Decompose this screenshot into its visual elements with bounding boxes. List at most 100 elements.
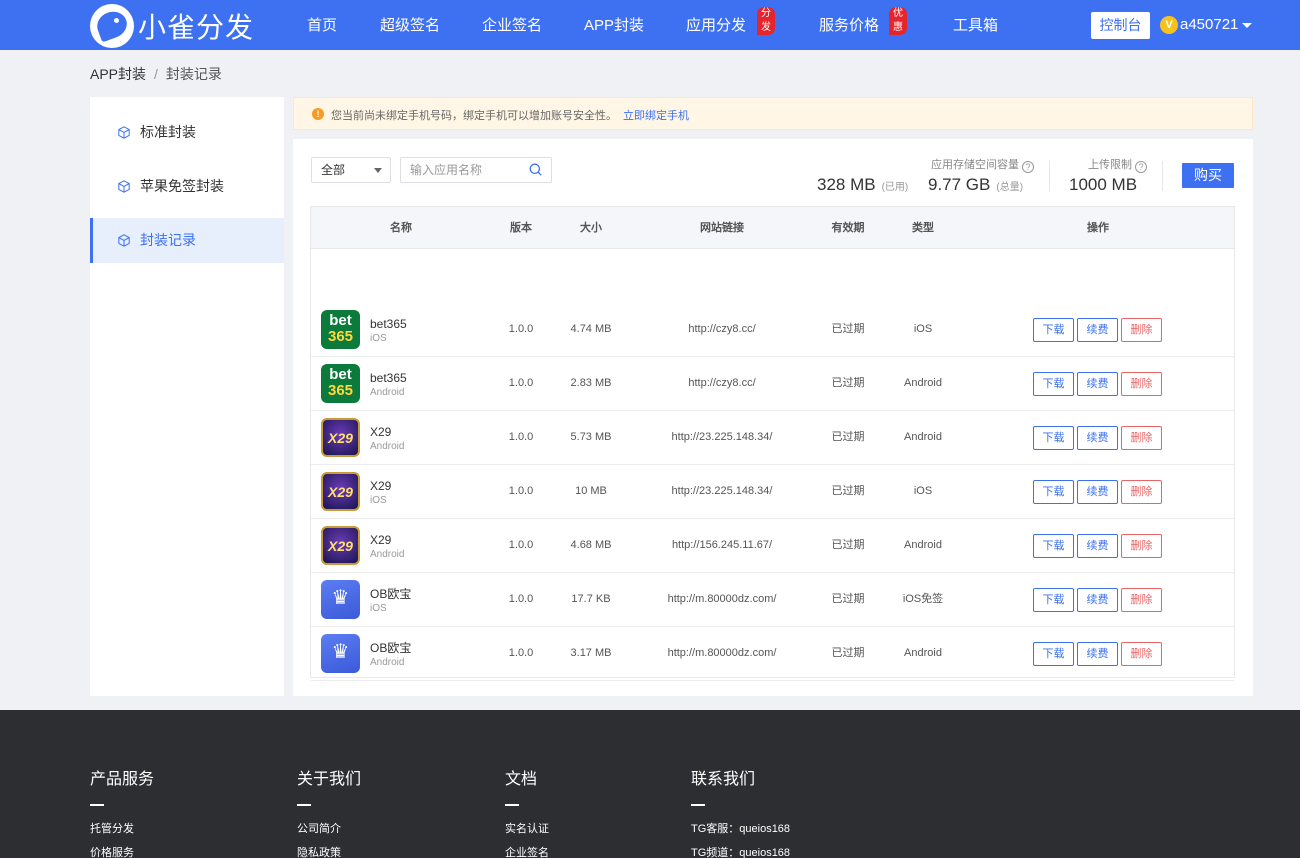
app-name: OB欧宝	[370, 641, 412, 655]
download-button[interactable]: 下载	[1033, 534, 1074, 558]
app-validity: 已过期	[831, 593, 865, 605]
download-button[interactable]: 下载	[1033, 642, 1074, 666]
app-size: 4.74 MB	[570, 323, 612, 335]
footer-link[interactable]: 实名认证	[505, 820, 549, 836]
app-name: X29	[370, 479, 392, 493]
download-button[interactable]: 下载	[1033, 318, 1074, 342]
bet365-app-icon: bet 365	[321, 364, 360, 403]
download-button[interactable]: 下载	[1033, 372, 1074, 396]
notice-text: 您当前尚未绑定手机号码，绑定手机可以增加账号安全性。 立即绑定手机	[331, 107, 689, 123]
app-version: 1.0.0	[508, 593, 534, 605]
delete-button[interactable]: 删除	[1121, 642, 1162, 666]
search-icon[interactable]	[529, 163, 542, 176]
app-validity: 已过期	[831, 431, 865, 443]
app-validity: 已过期	[831, 377, 865, 389]
app-url: http://czy8.cc/	[688, 377, 756, 389]
app-size: 2.83 MB	[570, 377, 612, 389]
app-url: http://czy8.cc/	[688, 323, 756, 335]
app-platform: Android	[370, 441, 405, 452]
footer-link[interactable]: 企业签名	[505, 844, 549, 858]
sidebar-item-label: 标准封装	[140, 124, 196, 140]
logo[interactable]: 小雀分发	[90, 4, 254, 48]
username[interactable]: a450721	[1180, 16, 1238, 34]
renew-button[interactable]: 续费	[1077, 534, 1118, 558]
bind-phone-link[interactable]: 立即绑定手机	[623, 110, 689, 122]
help-icon[interactable]: ?	[1135, 161, 1147, 173]
console-button[interactable]: 控制台	[1091, 12, 1150, 39]
nav-app-distribution[interactable]: 应用分发	[686, 0, 746, 50]
app-validity: 已过期	[831, 647, 865, 659]
sidebar-item-apple-free-package[interactable]: 苹果免签封装	[90, 164, 284, 209]
filter-select[interactable]: 全部	[311, 157, 391, 183]
renew-button[interactable]: 续费	[1077, 480, 1118, 504]
nav-pricing[interactable]: 服务价格	[819, 0, 879, 50]
delete-button[interactable]: 删除	[1121, 480, 1162, 504]
table-row: bet 365 bet365 Android 1.0.0 2.83 MB http://cz…	[311, 357, 1234, 411]
app-url: http://23.225.148.34/	[671, 485, 773, 497]
footer-divider	[90, 804, 104, 806]
storage-used: 328 MB (已用)	[817, 175, 908, 195]
app-name: OB欧宝	[370, 587, 412, 601]
footer-title: 关于我们	[297, 771, 362, 788]
renew-button[interactable]: 续费	[1077, 426, 1118, 450]
nav-app-package[interactable]: APP封装	[584, 0, 644, 50]
upload-limit-value: 1000 MB	[1069, 175, 1138, 194]
delete-button[interactable]: 删除	[1121, 372, 1162, 396]
vip-icon: V	[1160, 16, 1178, 34]
renew-button[interactable]: 续费	[1077, 318, 1118, 342]
app-version: 1.0.0	[508, 431, 534, 443]
download-button[interactable]: 下载	[1033, 480, 1074, 504]
renew-button[interactable]: 续费	[1077, 642, 1118, 666]
app-platform: Android	[370, 549, 405, 560]
renew-button[interactable]: 续费	[1077, 372, 1118, 396]
renew-button[interactable]: 续费	[1077, 588, 1118, 612]
footer-divider	[297, 804, 311, 806]
footer-link[interactable]: 隐私政策	[297, 844, 341, 858]
app-name: X29	[370, 425, 392, 439]
nav-toolbox[interactable]: 工具箱	[953, 0, 998, 50]
storage-used-value: 328 MB	[817, 175, 876, 194]
footer-link[interactable]: 托管分发	[90, 820, 134, 836]
divider	[1049, 161, 1050, 191]
column-header-validity: 有效期	[831, 222, 865, 234]
app-version: 1.0.0	[508, 539, 534, 551]
delete-button[interactable]: 删除	[1121, 588, 1162, 612]
app-type: iOS	[913, 485, 933, 497]
x29-app-icon: X29	[321, 418, 360, 457]
app-platform: Android	[370, 387, 405, 398]
column-header-url: 网站链接	[700, 222, 744, 234]
footer-title: 联系我们	[691, 771, 756, 788]
footer-link[interactable]: TG客服：queios168	[691, 820, 790, 836]
delete-button[interactable]: 删除	[1121, 426, 1162, 450]
breadcrumb-current: 封装记录	[165, 66, 222, 82]
storage-total-value: 9.77 GB	[928, 175, 991, 194]
top-navbar: 小雀分发 首页 超级签名 企业签名 APP封装 应用分发 分发 服务价格 优惠 …	[0, 0, 1300, 50]
app-type: Android	[904, 539, 942, 551]
chevron-down-icon[interactable]	[1242, 23, 1252, 28]
sidebar-item-label: 封装记录	[140, 232, 196, 248]
sidebar-item-package-records[interactable]: 封装记录	[90, 218, 284, 263]
help-icon[interactable]: ?	[1022, 161, 1034, 173]
breadcrumb-root[interactable]: APP封装	[90, 66, 146, 82]
delete-button[interactable]: 删除	[1121, 318, 1162, 342]
nav-home[interactable]: 首页	[307, 0, 337, 50]
filter-select-value: 全部	[321, 163, 346, 177]
records-table: 名称 版本 大小 网站链接 有效期 类型 操作 bet 365 bet365 iOS 1…	[310, 206, 1235, 681]
footer-link[interactable]: 价格服务	[90, 844, 134, 858]
sidebar-item-standard-package[interactable]: 标准封装	[90, 110, 284, 155]
download-button[interactable]: 下载	[1033, 426, 1074, 450]
ob-app-icon: ♛	[321, 580, 360, 619]
delete-button[interactable]: 删除	[1121, 534, 1162, 558]
footer-link[interactable]: TG频道：queios168	[691, 844, 790, 858]
nav-super-sign[interactable]: 超级签名	[380, 0, 440, 50]
app-size: 17.7 KB	[571, 593, 611, 605]
app-type: Android	[904, 647, 942, 659]
buy-button[interactable]: 购买	[1182, 163, 1234, 188]
footer-link[interactable]: 公司简介	[297, 820, 341, 836]
nav-enterprise-sign[interactable]: 企业签名	[482, 0, 542, 50]
storage-capacity-text: 应用存储空间容量	[931, 159, 1019, 171]
column-header-version: 版本	[510, 222, 532, 234]
table-row: bet 365 bet365 iOS 1.0.0 4.74 MB http://czy8.c…	[311, 303, 1234, 357]
nav-badge-distribution: 分发	[757, 7, 775, 35]
download-button[interactable]: 下载	[1033, 588, 1074, 612]
